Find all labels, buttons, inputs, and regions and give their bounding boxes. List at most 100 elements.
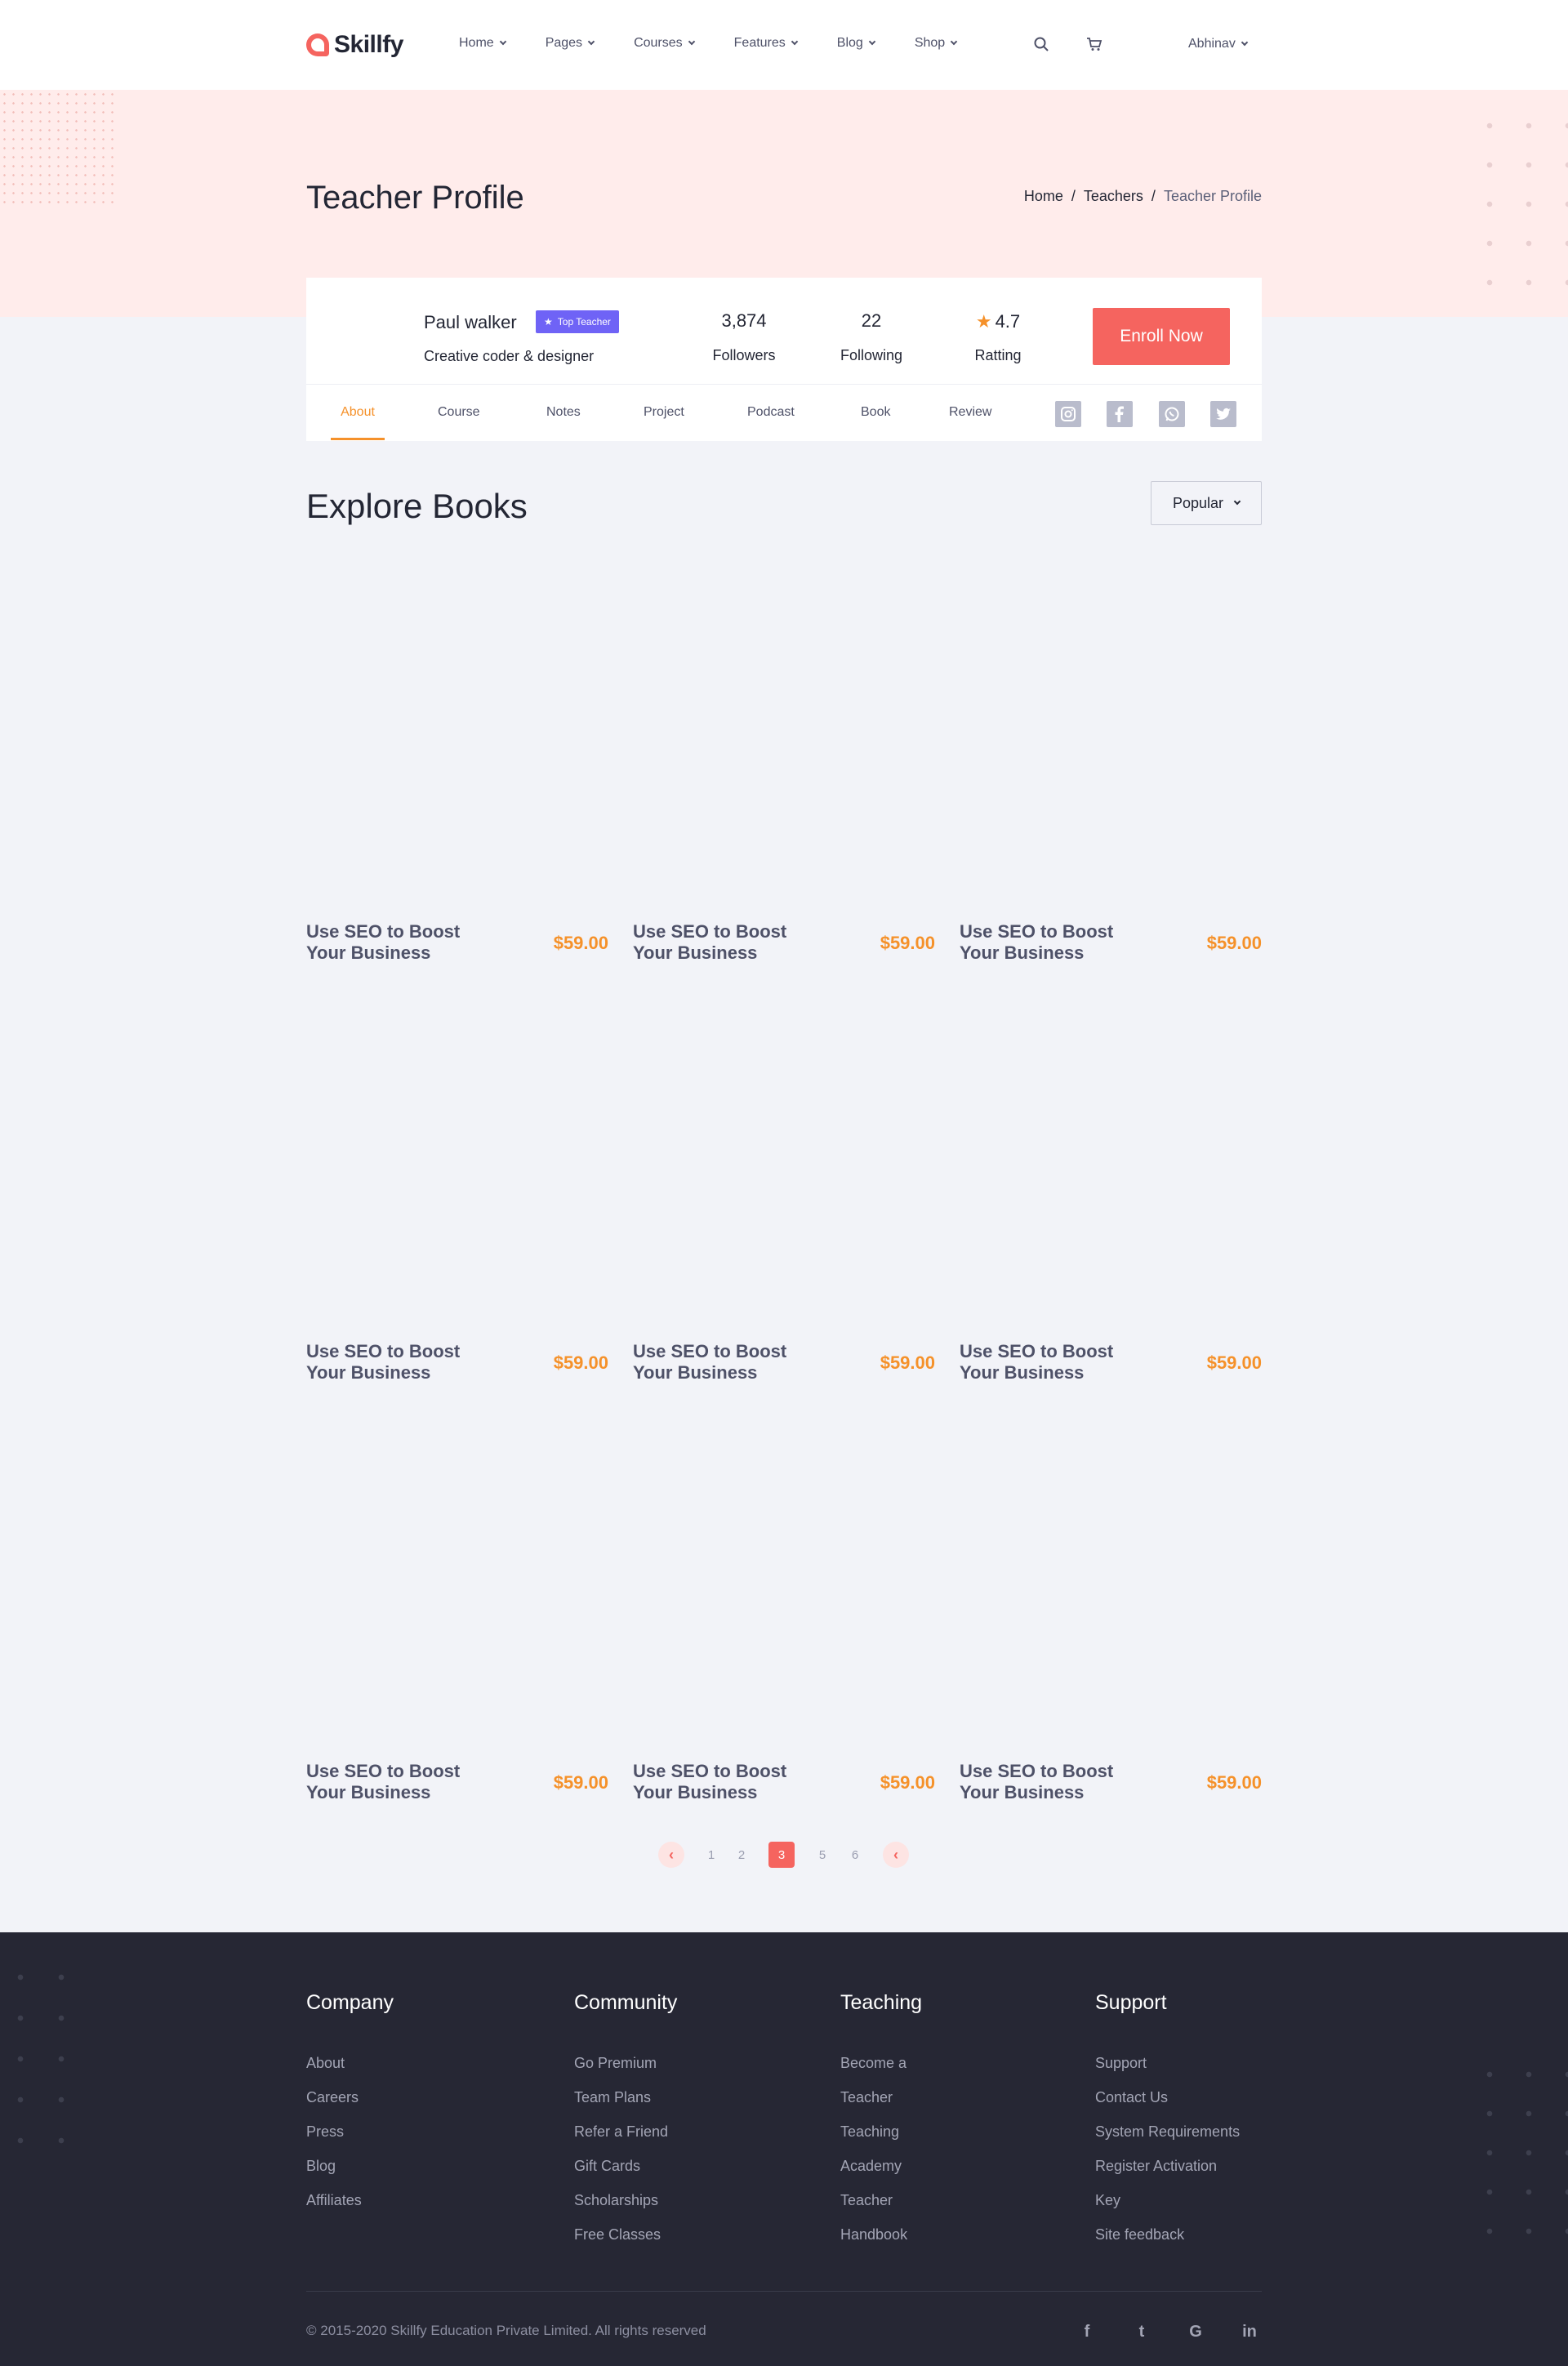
nav-label: Features bbox=[733, 36, 786, 50]
logo[interactable]: Skillfy bbox=[306, 31, 403, 59]
book-card[interactable]: Use SEO to Boost Your Business $59.00 bbox=[306, 1395, 608, 1803]
footer-link[interactable]: Contact Us bbox=[1095, 2080, 1240, 2114]
next-page-button[interactable]: ‹ bbox=[883, 1842, 909, 1868]
footer-link[interactable]: System Requirements bbox=[1095, 2114, 1240, 2149]
book-title[interactable]: Use SEO to Boost Your Business bbox=[633, 1761, 829, 1803]
cart-icon[interactable] bbox=[1086, 37, 1102, 51]
tab-about[interactable]: About bbox=[331, 385, 385, 440]
tab-review[interactable]: Review bbox=[949, 385, 991, 440]
book-cover[interactable] bbox=[960, 975, 1262, 1326]
footer-link[interactable]: About bbox=[306, 2046, 394, 2080]
book-cover[interactable] bbox=[960, 1395, 1262, 1746]
footer-link[interactable]: Academy bbox=[840, 2149, 922, 2183]
tab-book[interactable]: Book bbox=[861, 385, 890, 440]
footer-link[interactable]: Teacher bbox=[840, 2183, 922, 2217]
footer-link[interactable]: Register Activation bbox=[1095, 2149, 1240, 2183]
book-price: $59.00 bbox=[1206, 933, 1262, 953]
facebook-icon[interactable] bbox=[1107, 401, 1133, 427]
instagram-icon[interactable] bbox=[1055, 401, 1081, 427]
nav-item-courses[interactable]: Courses bbox=[634, 36, 695, 51]
book-title[interactable]: Use SEO to Boost Your Business bbox=[960, 1761, 1156, 1803]
book-card[interactable]: Use SEO to Boost Your Business $59.00 bbox=[960, 975, 1262, 1384]
book-cover[interactable] bbox=[960, 555, 1262, 907]
breadcrumb-teachers[interactable]: Teachers bbox=[1084, 188, 1143, 204]
enroll-now-button[interactable]: Enroll Now bbox=[1093, 308, 1230, 365]
nav-item-pages[interactable]: Pages bbox=[546, 36, 595, 51]
footer-link[interactable]: Handbook bbox=[840, 2217, 922, 2252]
following-label: Following bbox=[840, 347, 903, 363]
search-icon[interactable] bbox=[1034, 37, 1049, 51]
book-title[interactable]: Use SEO to Boost Your Business bbox=[633, 921, 829, 964]
chevron-down-icon bbox=[499, 38, 506, 46]
book-cover[interactable] bbox=[306, 975, 608, 1326]
book-cover[interactable] bbox=[306, 555, 608, 907]
footer-link[interactable]: Careers bbox=[306, 2080, 394, 2114]
book-card[interactable]: Use SEO to Boost Your Business $59.00 bbox=[960, 555, 1262, 964]
footer-link[interactable]: Free Classes bbox=[574, 2217, 677, 2252]
tab-podcast[interactable]: Podcast bbox=[747, 385, 795, 440]
footer-link[interactable]: Blog bbox=[306, 2149, 394, 2183]
page-link-current[interactable]: 3 bbox=[768, 1842, 795, 1868]
rating-label: Ratting bbox=[974, 347, 1022, 363]
tab-project[interactable]: Project bbox=[644, 385, 684, 440]
tab-course[interactable]: Course bbox=[438, 385, 480, 440]
book-title[interactable]: Use SEO to Boost Your Business bbox=[306, 921, 502, 964]
book-card[interactable]: Use SEO to Boost Your Business $59.00 bbox=[633, 1395, 935, 1803]
footer-link[interactable]: Teaching bbox=[840, 2114, 922, 2149]
book-title[interactable]: Use SEO to Boost Your Business bbox=[306, 1341, 502, 1384]
google-icon[interactable]: G bbox=[1185, 2321, 1206, 2342]
nav-item-features[interactable]: Features bbox=[733, 36, 799, 51]
footer-link[interactable]: Go Premium bbox=[574, 2046, 677, 2080]
linkedin-icon[interactable]: in bbox=[1239, 2321, 1260, 2342]
facebook-icon[interactable]: f bbox=[1076, 2321, 1098, 2342]
dots-decoration bbox=[1470, 2055, 1568, 2267]
footer-link[interactable]: Support bbox=[1095, 2046, 1240, 2080]
book-cover[interactable] bbox=[633, 975, 935, 1326]
page-link[interactable]: 5 bbox=[809, 1842, 835, 1868]
chevron-down-icon bbox=[587, 38, 595, 46]
footer-link[interactable]: Affiliates bbox=[306, 2183, 394, 2217]
book-price: $59.00 bbox=[880, 1352, 935, 1373]
nav-item-shop[interactable]: Shop bbox=[915, 36, 958, 51]
twitter-icon[interactable]: t bbox=[1131, 2321, 1152, 2342]
nav-item-blog[interactable]: Blog bbox=[837, 36, 876, 51]
whatsapp-icon[interactable] bbox=[1159, 401, 1185, 427]
footer-link[interactable]: Refer a Friend bbox=[574, 2114, 677, 2149]
book-cover[interactable] bbox=[306, 1395, 608, 1746]
user-menu[interactable]: Abhinav bbox=[1188, 37, 1249, 51]
tab-notes[interactable]: Notes bbox=[546, 385, 581, 440]
book-price: $59.00 bbox=[880, 1772, 935, 1793]
sort-dropdown[interactable]: Popular bbox=[1151, 481, 1262, 525]
page-link[interactable]: 6 bbox=[842, 1842, 868, 1868]
book-card[interactable]: Use SEO to Boost Your Business $59.00 bbox=[633, 975, 935, 1384]
book-title[interactable]: Use SEO to Boost Your Business bbox=[960, 921, 1156, 964]
footer-link[interactable]: Site feedback bbox=[1095, 2217, 1240, 2252]
book-price: $59.00 bbox=[880, 933, 935, 953]
book-card[interactable]: Use SEO to Boost Your Business $59.00 bbox=[306, 555, 608, 964]
twitter-icon[interactable] bbox=[1210, 401, 1236, 427]
chevron-down-icon bbox=[868, 38, 876, 46]
book-cover[interactable] bbox=[633, 555, 935, 907]
chevron-down-icon bbox=[950, 38, 958, 46]
footer-link[interactable]: Gift Cards bbox=[574, 2149, 677, 2183]
page-link[interactable]: 2 bbox=[728, 1842, 755, 1868]
footer-link[interactable]: Become a bbox=[840, 2046, 922, 2080]
book-card[interactable]: Use SEO to Boost Your Business $59.00 bbox=[633, 555, 935, 964]
breadcrumb-home[interactable]: Home bbox=[1024, 188, 1063, 204]
stat-followers: 3,874 Followers bbox=[695, 310, 793, 364]
footer-link[interactable]: Team Plans bbox=[574, 2080, 677, 2114]
book-card[interactable]: Use SEO to Boost Your Business $59.00 bbox=[960, 1395, 1262, 1803]
book-card[interactable]: Use SEO to Boost Your Business $59.00 bbox=[306, 975, 608, 1384]
prev-page-button[interactable]: ‹ bbox=[658, 1842, 684, 1868]
book-title[interactable]: Use SEO to Boost Your Business bbox=[306, 1761, 502, 1803]
footer-link[interactable]: Teacher bbox=[840, 2080, 922, 2114]
nav-item-home[interactable]: Home bbox=[459, 36, 506, 51]
book-title[interactable]: Use SEO to Boost Your Business bbox=[960, 1341, 1156, 1384]
book-title[interactable]: Use SEO to Boost Your Business bbox=[633, 1341, 829, 1384]
book-cover[interactable] bbox=[633, 1395, 935, 1746]
nav-label: Home bbox=[459, 36, 494, 50]
footer-link[interactable]: Key bbox=[1095, 2183, 1240, 2217]
footer-link[interactable]: Scholarships bbox=[574, 2183, 677, 2217]
footer-link[interactable]: Press bbox=[306, 2114, 394, 2149]
page-link[interactable]: 1 bbox=[698, 1842, 724, 1868]
